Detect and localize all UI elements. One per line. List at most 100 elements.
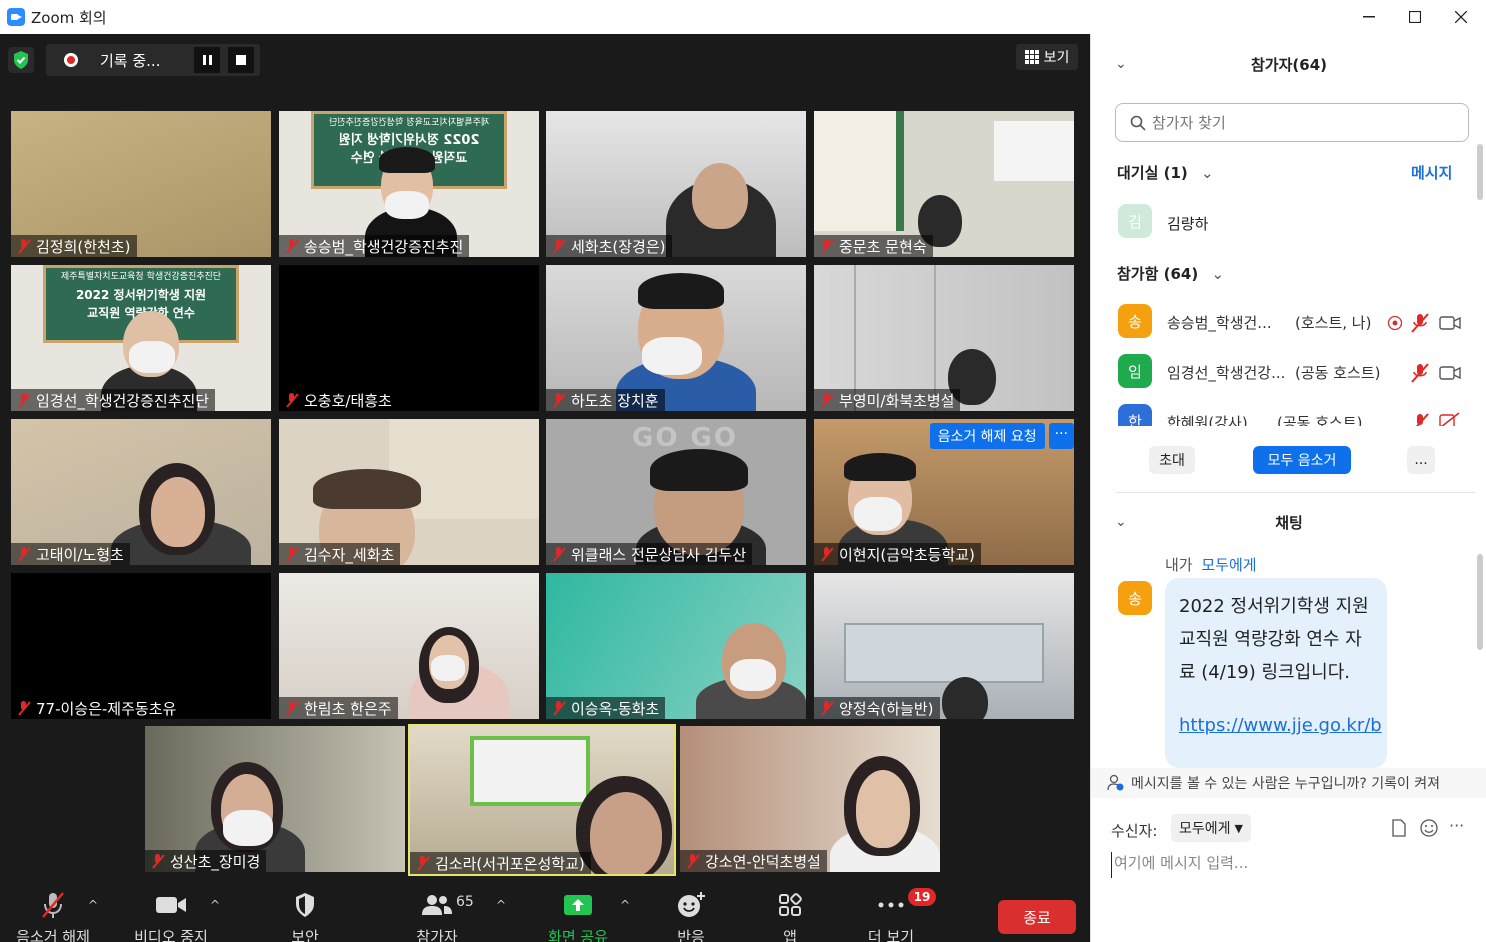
audio-options-caret-icon[interactable]: ^ [88,898,98,912]
participant-list: 송 송승범_학생건... (호스트, 나) 임 임경선_학생건강... (공동 … [1091,296,1477,426]
participants-panel-title: 참가자(64) [1251,56,1327,74]
video-camera-icon [126,892,216,918]
recording-label: 기록 중... [100,51,161,70]
list-item[interactable]: 임 임경선_학생건강... (공동 호스트) [1091,354,1477,394]
video-tile[interactable]: 제주특별자치도교육청 학생건강증진추진단 2022 정서위기학생 지원 교직원 … [279,111,539,257]
security-shield-icon[interactable] [8,47,34,73]
recording-dot-icon [64,53,78,67]
participant-name: 임경선_학생건강... [1167,364,1286,382]
unmute-request-label[interactable]: 음소거 해제 요청 [929,423,1045,449]
muted-mic-icon [820,239,833,253]
video-tile[interactable]: 음소거 해제 요청 ··· 이현지(금악초등학교) [814,419,1074,565]
video-tile-active-speaker[interactable]: 김소라(서귀포온성학교) [408,724,676,876]
chevron-down-icon: ⌄ [1201,164,1214,182]
video-options-caret-icon[interactable]: ^ [210,898,220,912]
tile-more-button[interactable]: ··· [1048,423,1074,449]
video-tile[interactable]: 77-이승은-제주동초유 [11,573,271,719]
chat-message-link[interactable]: https://www.jje.go.kr/b [1179,709,1382,742]
participant-search-input[interactable]: 참가자 찾기 [1115,103,1469,142]
share-options-caret-icon[interactable]: ^ [620,898,630,912]
video-tile[interactable]: 하도초 장치훈 [546,265,806,411]
video-tile[interactable]: 강소연-안덕초병설 [680,726,940,872]
muted-mic-icon [1415,413,1429,426]
maximize-button[interactable] [1392,0,1438,34]
invite-button[interactable]: 초대 [1149,446,1195,474]
maximize-icon [1409,11,1421,23]
notification-badge: 19 [908,888,936,906]
emoji-icon [1420,819,1438,837]
unmute-button[interactable]: 음소거 해제 [10,892,96,942]
reactions-label: 반응 [677,928,705,942]
muted-microphone-icon [10,892,96,918]
unmute-request-button[interactable]: 음소거 해제 요청 ··· [929,423,1074,449]
muted-mic-icon [285,701,298,715]
close-button[interactable] [1438,0,1484,34]
smiley-reaction-icon [668,892,714,918]
video-tile[interactable]: 김정희(한천초) [11,111,271,257]
mute-all-button[interactable]: 모두 음소거 [1253,446,1351,474]
recipient-select[interactable]: 모두에게 ▼ [1171,814,1251,842]
participant-name-label: 양정숙(하늘반) [814,697,940,719]
stop-recording-button[interactable] [228,47,254,73]
muted-mic-icon [552,701,565,715]
recording-indicator: 기록 중... [46,44,260,76]
video-tile[interactable]: 오충호/태흥초 [279,265,539,411]
participant-name-label: 한림초 한은주 [279,697,398,719]
video-tile[interactable]: 세화초(장경은) [546,111,806,257]
muted-mic-icon [285,547,298,561]
muted-mic-icon [820,701,833,715]
chat-more-options-button[interactable]: ··· [1449,816,1464,835]
list-item[interactable]: 한 한혜원(강사) (공동 호스트) [1091,404,1477,426]
participant-name-label: 임경선_학생건강증진추진단 [11,389,216,411]
security-button[interactable]: 보안 [272,892,338,942]
share-screen-button[interactable]: 화면 공유 [540,892,616,942]
reactions-button[interactable]: 반응 [668,892,714,942]
waiting-room-header[interactable]: 대기실 (1) ⌄ [1117,162,1214,183]
message-waiting-button[interactable]: 메시지 [1411,162,1452,183]
pause-recording-button[interactable] [194,47,220,73]
list-item[interactable]: 송 송승범_학생건... (호스트, 나) [1091,304,1477,344]
video-tile[interactable]: 이승옥-동화초 [546,573,806,719]
video-off-icon [1439,412,1460,426]
participant-name-label: 김정희(한천초) [11,235,137,257]
video-tile[interactable]: 성산초_장미경 [145,726,405,872]
minimize-button[interactable] [1346,0,1392,34]
participant-name: 한혜원(강사) [1167,414,1248,426]
video-tile[interactable]: 부영미/화북초병설 [814,265,1074,411]
avatar: 김 [1118,204,1152,238]
chat-message-text: 2022 정서위기학생 지원 교직원 역량강화 연수 자료 (4/19) 링크입… [1179,596,1369,683]
view-button[interactable]: 보기 [1016,44,1078,70]
participants-label: 참가자 [416,928,458,942]
minimize-icon [1363,16,1375,18]
apps-icon [768,892,812,918]
participant-list-scrollbar[interactable] [1477,144,1483,200]
end-meeting-button[interactable]: 종료 [998,900,1076,934]
participants-options-caret-icon[interactable]: ^ [496,898,506,912]
person-info-icon [1107,774,1124,791]
recipient-label: 수신자: [1111,822,1158,840]
video-tile[interactable]: GO GO 위클래스 전문상담사 김두산 [546,419,806,565]
participants-more-button[interactable]: ... [1407,446,1435,474]
video-tile[interactable]: 김수자_세화초 [279,419,539,565]
muted-mic-icon [1411,363,1429,383]
avatar: 송 [1118,581,1152,615]
video-tile[interactable]: 양정숙(하늘반) [814,573,1074,719]
joined-header[interactable]: 참가함 (64) ⌄ [1117,263,1224,284]
muted-mic-icon [17,547,30,561]
security-shield-icon [272,892,338,918]
apps-button[interactable]: 앱 [768,892,812,942]
chat-message-input[interactable]: 여기에 메시지 입력... [1111,852,1471,878]
participant-name-label: 이현지(금악초등학교) [814,543,981,565]
participant-name-label: 중문초 문현숙 [814,235,933,257]
video-tile[interactable]: 제주특별자치도교육청 학생건강증진추진단 2022 정서위기학생 지원 교직원 … [11,265,271,411]
window-title: Zoom 회의 [31,8,107,27]
video-tile[interactable]: 중문초 문현숙 [814,111,1074,257]
stop-video-button[interactable]: 비디오 중지 [126,892,216,942]
muted-mic-icon [820,547,833,561]
video-tile[interactable]: 한림초 한은주 [279,573,539,719]
participant-name-label: 오충호/태흥초 [279,389,398,411]
chat-visibility-notice[interactable]: 메시지를 볼 수 있는 사람은 누구입니까? 기록이 켜져 [1091,768,1486,798]
video-tile[interactable]: 고태이/노형초 [11,419,271,565]
chat-scrollbar[interactable] [1477,554,1483,650]
muted-mic-icon [151,854,164,868]
